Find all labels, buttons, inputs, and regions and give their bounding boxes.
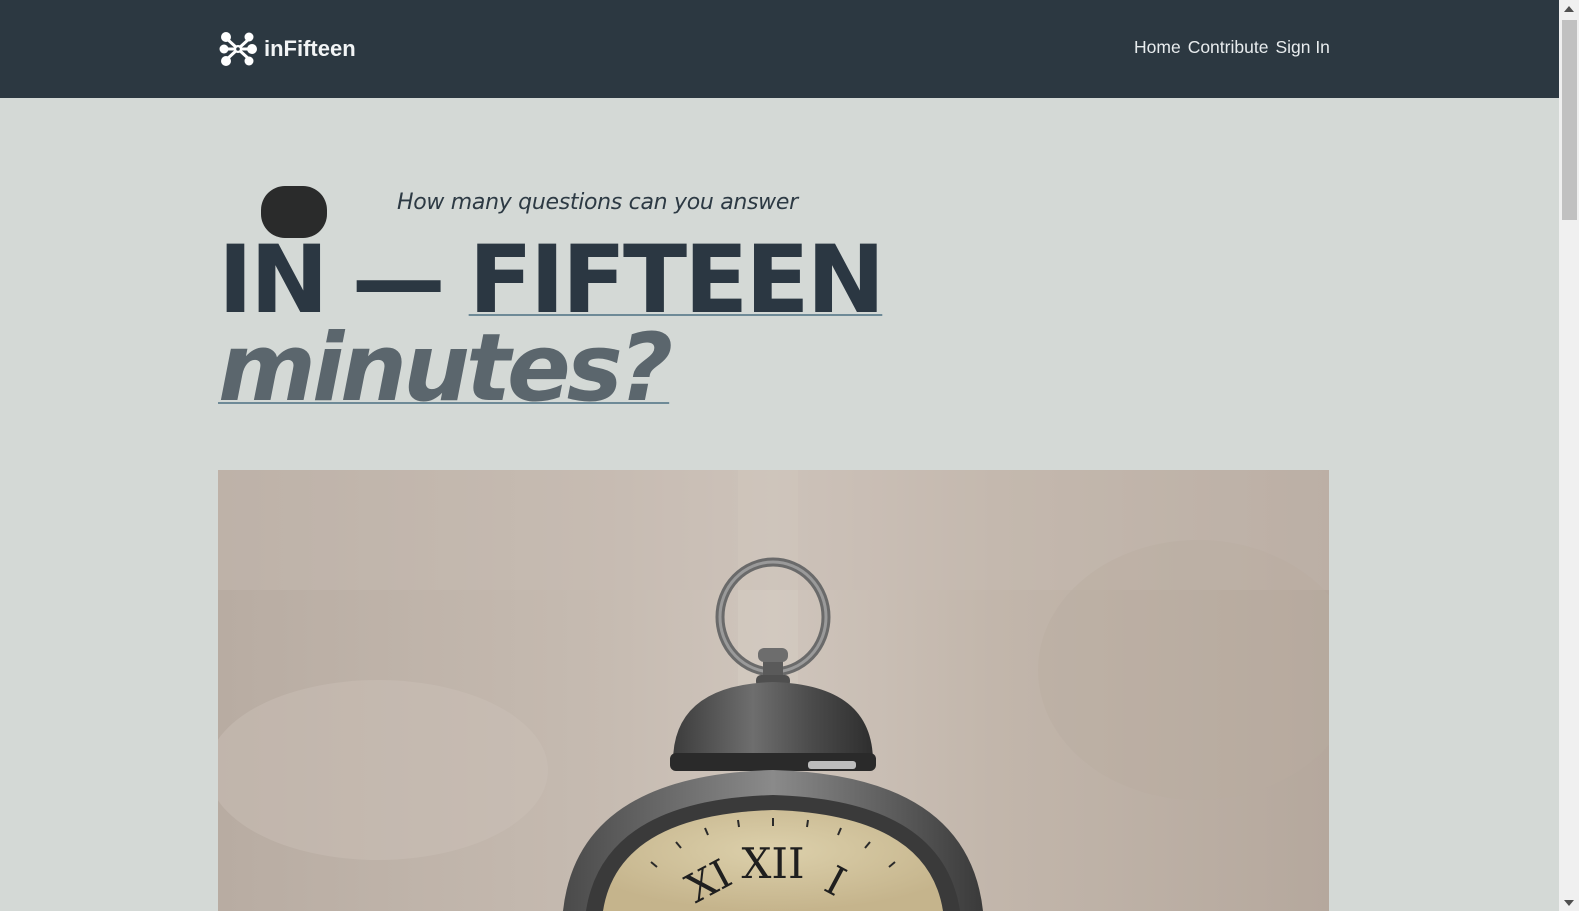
scrollbar-thumb[interactable] [1562, 20, 1577, 220]
nav-link-contribute[interactable]: Contribute [1188, 37, 1269, 58]
hero-tagline: How many questions can you answer [397, 190, 798, 215]
brand-link[interactable]: inFifteen [218, 30, 356, 68]
page-scrollbar[interactable] [1559, 0, 1579, 911]
nav-link-home[interactable]: Home [1134, 37, 1181, 58]
scroll-down-arrow-icon[interactable] [1559, 894, 1579, 911]
clock-numeral-xii: XII [741, 839, 804, 888]
hero-subheadline: minutes? [218, 314, 673, 423]
molecule-icon [219, 32, 257, 66]
nav-link-sign-in[interactable]: Sign In [1275, 37, 1329, 58]
scroll-up-arrow-icon[interactable] [1559, 0, 1579, 17]
navbar: inFifteen Home Contribute Sign In [0, 0, 1559, 98]
brand-name: inFifteen [264, 36, 356, 61]
alarm-clock-image: XII XI I [218, 470, 1329, 911]
nav-links: Home Contribute Sign In [1134, 37, 1330, 58]
